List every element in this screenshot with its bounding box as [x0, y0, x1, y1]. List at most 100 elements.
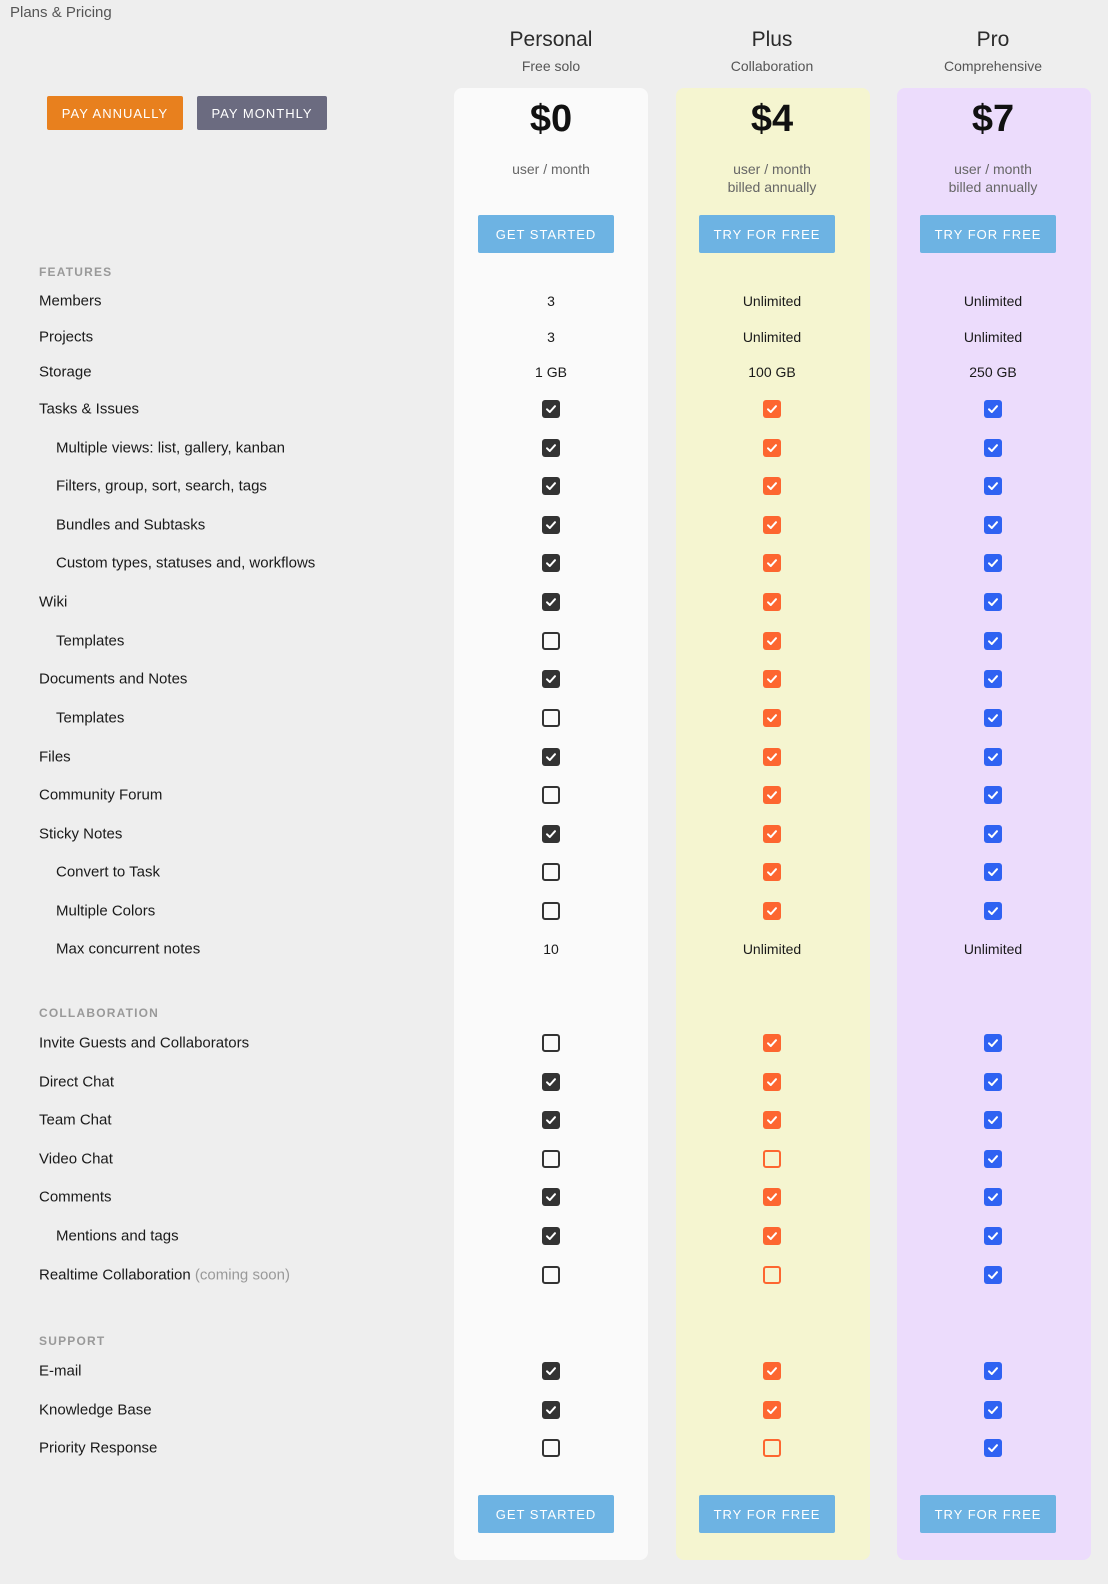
checkbox-checked-icon[interactable]: [984, 1073, 1002, 1091]
feature-value: Unlimited: [963, 941, 1023, 957]
checkbox-checked-icon[interactable]: [763, 593, 781, 611]
checkbox-checked-icon[interactable]: [984, 1188, 1002, 1206]
checkbox-checked-icon[interactable]: [763, 1227, 781, 1245]
checkbox-checked-icon[interactable]: [542, 1362, 560, 1380]
checkbox-checked-icon[interactable]: [763, 825, 781, 843]
checkbox-checked-icon[interactable]: [984, 825, 1002, 843]
checkbox-checked-icon[interactable]: [984, 1266, 1002, 1284]
checkbox-checked-icon[interactable]: [542, 1401, 560, 1419]
checkbox-checked-icon[interactable]: [984, 863, 1002, 881]
checkbox-checked-icon[interactable]: [984, 554, 1002, 572]
feature-label: Templates: [56, 633, 124, 650]
pay-annually-button[interactable]: PAY ANNUALLY: [47, 96, 183, 130]
checkbox-checked-icon[interactable]: [763, 786, 781, 804]
checkbox-unchecked-icon[interactable]: [542, 786, 560, 804]
feature-name: Convert to Task: [56, 863, 160, 881]
checkmark-icon: [988, 444, 998, 452]
checkbox-checked-icon[interactable]: [542, 439, 560, 457]
checkbox-checked-icon[interactable]: [984, 709, 1002, 727]
checkbox-checked-icon[interactable]: [763, 1401, 781, 1419]
checkbox-unchecked-icon[interactable]: [763, 1439, 781, 1457]
checkbox-checked-icon[interactable]: [542, 593, 560, 611]
checkbox-checked-icon[interactable]: [542, 1188, 560, 1206]
top-cta-button-plus[interactable]: TRY FOR FREE: [699, 215, 835, 253]
checkbox-checked-icon[interactable]: [984, 439, 1002, 457]
checkbox-unchecked-icon[interactable]: [542, 709, 560, 727]
checkmark-icon: [546, 1078, 556, 1086]
checkbox-checked-icon[interactable]: [984, 1034, 1002, 1052]
checkbox-checked-icon[interactable]: [763, 632, 781, 650]
checkmark-icon: [546, 521, 556, 529]
checkbox-checked-icon[interactable]: [542, 477, 560, 495]
checkbox-checked-icon[interactable]: [984, 1227, 1002, 1245]
checkbox-checked-icon[interactable]: [763, 709, 781, 727]
checkbox-checked-icon[interactable]: [542, 748, 560, 766]
checkbox-checked-icon[interactable]: [763, 902, 781, 920]
feature-label: Projects: [39, 329, 93, 346]
bottom-cta-button-plus[interactable]: TRY FOR FREE: [699, 1495, 835, 1533]
checkbox-unchecked-icon[interactable]: [763, 1266, 781, 1284]
pay-monthly-button[interactable]: PAY MONTHLY: [197, 96, 327, 130]
feature-name: Documents and Notes: [39, 670, 188, 688]
checkbox-checked-icon[interactable]: [763, 400, 781, 418]
checkbox-checked-icon[interactable]: [984, 400, 1002, 418]
checkbox-checked-icon[interactable]: [763, 1188, 781, 1206]
checkbox-unchecked-icon[interactable]: [542, 1439, 560, 1457]
checkbox-checked-icon[interactable]: [984, 1111, 1002, 1129]
plan-name: Personal: [509, 28, 593, 51]
feature-label: Filters, group, sort, search, tags: [56, 478, 267, 495]
checkbox-checked-icon[interactable]: [984, 1362, 1002, 1380]
bottom-cta-button-personal[interactable]: GET STARTED: [478, 1495, 614, 1533]
checkbox-unchecked-icon[interactable]: [542, 1266, 560, 1284]
checkbox-checked-icon[interactable]: [763, 748, 781, 766]
checkbox-checked-icon[interactable]: [984, 1401, 1002, 1419]
checkbox-checked-icon[interactable]: [763, 1034, 781, 1052]
feature-value: 10: [543, 941, 559, 957]
feature-name: E-mail: [39, 1362, 82, 1380]
checkbox-checked-icon[interactable]: [542, 670, 560, 688]
checkbox-unchecked-icon[interactable]: [542, 1150, 560, 1168]
checkbox-checked-icon[interactable]: [763, 1362, 781, 1380]
checkbox-checked-icon[interactable]: [984, 670, 1002, 688]
checkbox-checked-icon[interactable]: [984, 1150, 1002, 1168]
checkbox-checked-icon[interactable]: [542, 1227, 560, 1245]
checkbox-checked-icon[interactable]: [984, 516, 1002, 534]
feature-label: Templates: [56, 710, 124, 727]
checkbox-checked-icon[interactable]: [542, 400, 560, 418]
checkbox-checked-icon[interactable]: [542, 1111, 560, 1129]
checkbox-checked-icon[interactable]: [984, 632, 1002, 650]
checkbox-unchecked-icon[interactable]: [542, 632, 560, 650]
checkbox-checked-icon[interactable]: [542, 516, 560, 534]
checkbox-checked-icon[interactable]: [763, 1073, 781, 1091]
feature-name: Custom types, statuses and, workflows: [56, 554, 316, 572]
bottom-cta-button-pro[interactable]: TRY FOR FREE: [920, 1495, 1056, 1533]
checkbox-checked-icon[interactable]: [763, 670, 781, 688]
feature-name: Multiple views: list, gallery, kanban: [56, 439, 285, 457]
checkbox-checked-icon[interactable]: [984, 1439, 1002, 1457]
checkbox-checked-icon[interactable]: [763, 1111, 781, 1129]
feature-value: 3: [547, 293, 555, 309]
checkbox-checked-icon[interactable]: [763, 516, 781, 534]
checkbox-checked-icon[interactable]: [542, 554, 560, 572]
checkbox-unchecked-icon[interactable]: [763, 1150, 781, 1168]
checkbox-unchecked-icon[interactable]: [542, 1034, 560, 1052]
feature-name: Priority Response: [39, 1439, 158, 1457]
checkbox-checked-icon[interactable]: [984, 786, 1002, 804]
feature-label: Realtime Collaboration (coming soon): [39, 1267, 290, 1284]
checkbox-checked-icon[interactable]: [763, 439, 781, 457]
checkbox-unchecked-icon[interactable]: [542, 863, 560, 881]
top-cta-button-personal[interactable]: GET STARTED: [478, 215, 614, 253]
checkbox-unchecked-icon[interactable]: [542, 902, 560, 920]
checkbox-checked-icon[interactable]: [542, 1073, 560, 1091]
checkbox-checked-icon[interactable]: [542, 825, 560, 843]
checkbox-checked-icon[interactable]: [984, 748, 1002, 766]
checkbox-checked-icon[interactable]: [763, 863, 781, 881]
checkbox-checked-icon[interactable]: [984, 477, 1002, 495]
top-cta-button-pro[interactable]: TRY FOR FREE: [920, 215, 1056, 253]
checkmark-icon: [546, 1367, 556, 1375]
checkbox-checked-icon[interactable]: [763, 477, 781, 495]
checkbox-checked-icon[interactable]: [763, 554, 781, 572]
plan-name: Plus: [751, 28, 793, 51]
checkbox-checked-icon[interactable]: [984, 902, 1002, 920]
checkbox-checked-icon[interactable]: [984, 593, 1002, 611]
